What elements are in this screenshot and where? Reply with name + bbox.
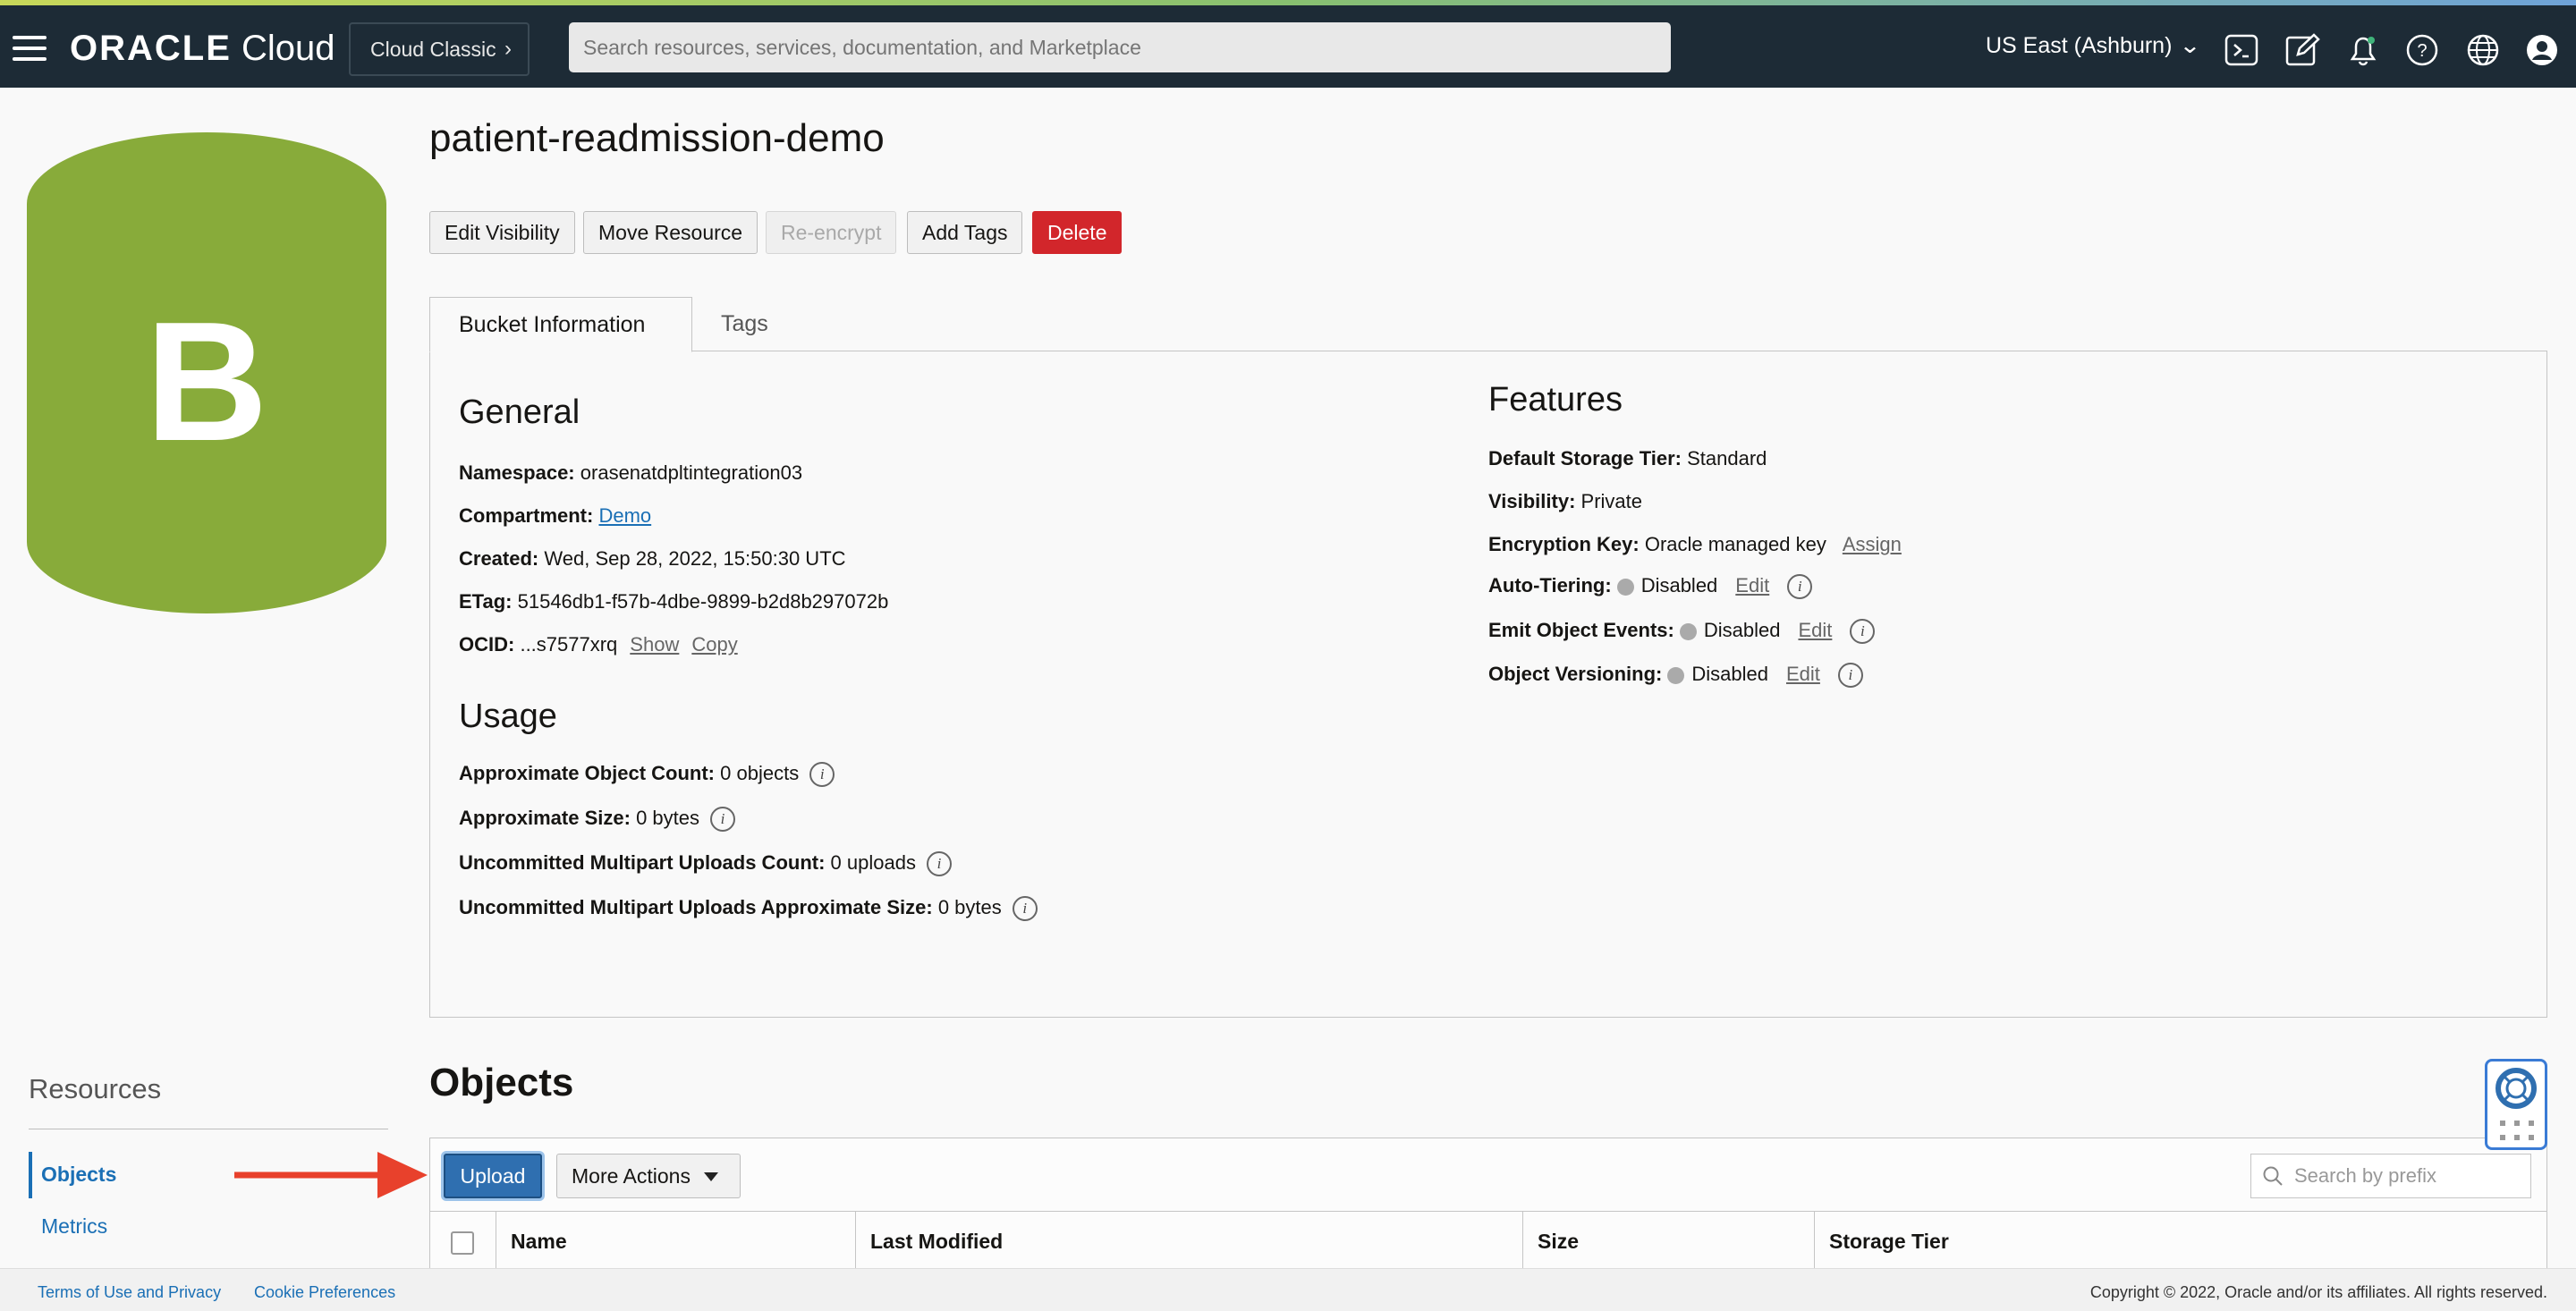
chevron-right-icon: ›: [504, 37, 512, 61]
tab-bucket-information[interactable]: Bucket Information: [429, 297, 692, 352]
search-icon: [2263, 1166, 2283, 1186]
user-icon[interactable]: [2524, 32, 2560, 68]
sidebar-item-objects[interactable]: Objects: [41, 1163, 116, 1187]
select-all-checkbox[interactable]: [451, 1231, 474, 1255]
more-actions-dropdown[interactable]: More Actions: [556, 1154, 741, 1198]
add-tags-button[interactable]: Add Tags: [907, 211, 1023, 254]
encryption-key-row: Encryption Key: Oracle managed key Assign: [1488, 533, 1902, 555]
reencrypt-button[interactable]: Re-encrypt: [766, 211, 897, 254]
help-widget[interactable]: [2485, 1059, 2547, 1150]
globe-icon[interactable]: [2465, 32, 2501, 68]
delete-button[interactable]: Delete: [1032, 211, 1123, 254]
move-resource-button[interactable]: Move Resource: [583, 211, 758, 254]
top-navigation-bar: ORACLE Cloud Cloud Classic› US East (Ash…: [0, 5, 2576, 88]
compartment-row: Compartment: Demo: [459, 504, 652, 527]
sidebar-item-metrics[interactable]: Metrics: [41, 1214, 107, 1239]
lifebuoy-icon: [2496, 1068, 2537, 1109]
bell-icon[interactable]: [2345, 32, 2381, 68]
compartment-link[interactable]: Demo: [598, 504, 651, 527]
resources-heading: Resources: [29, 1073, 162, 1104]
ocid-row: OCID: ...s7577xrq Show Copy: [459, 633, 738, 656]
status-dot: [1679, 622, 1697, 640]
objects-heading: Objects: [429, 1061, 574, 1104]
chevron-down-icon: ⌄: [2179, 33, 2202, 58]
page-title: patient-readmission-demo: [429, 116, 885, 160]
info-icon[interactable]: i: [710, 807, 735, 833]
info-icon[interactable]: i: [1012, 896, 1038, 922]
multipart-size-row: Uncommitted Multipart Uploads Approximat…: [459, 896, 1038, 922]
bucket-logo: B: [27, 132, 386, 613]
info-icon[interactable]: i: [1837, 663, 1863, 689]
approximate-size-row: Approximate Size: 0 bytes i: [459, 807, 735, 833]
arrow-annotation: [234, 1152, 428, 1198]
status-dot: [1616, 578, 1634, 596]
search-by-prefix-input[interactable]: Search by prefix: [2250, 1154, 2531, 1198]
svg-text:?: ?: [2417, 41, 2427, 61]
upload-button[interactable]: Upload: [444, 1154, 542, 1198]
cloud-classic-button[interactable]: Cloud Classic ›: [349, 22, 530, 76]
grid-dots-icon: [2500, 1121, 2534, 1140]
object-versioning-row: Object Versioning: Disabled Edit i: [1488, 663, 1863, 689]
status-dot: [1667, 666, 1685, 684]
menu-icon[interactable]: [13, 36, 47, 61]
active-indicator: [29, 1152, 32, 1198]
terms-link[interactable]: Terms of Use and Privacy: [38, 1283, 221, 1302]
global-search-input[interactable]: [569, 22, 1671, 72]
bucket-logo-letter: B: [145, 287, 268, 477]
etag-row: ETag: 51546db1-f57b-4dbe-9899-b2d8b29707…: [459, 590, 889, 613]
ocid-show-link[interactable]: Show: [630, 633, 679, 656]
storage-tier-row: Default Storage Tier: Standard: [1488, 447, 1767, 469]
usage-heading: Usage: [459, 698, 557, 735]
versioning-edit-link[interactable]: Edit: [1786, 663, 1820, 685]
assign-link[interactable]: Assign: [1843, 533, 1902, 555]
visibility-row: Visibility: Private: [1488, 490, 1643, 512]
emit-events-row: Emit Object Events: Disabled Edit i: [1488, 619, 1876, 645]
objects-table-header: Name Last Modified Size Storage Tier: [429, 1211, 2547, 1271]
region-selector[interactable]: US East (Ashburn) ⌄: [1986, 32, 2202, 59]
copyright-text: Copyright © 2022, Oracle and/or its affi…: [2089, 1283, 2547, 1301]
auto-tiering-row: Auto-Tiering: Disabled Edit i: [1488, 574, 1813, 600]
general-heading: General: [459, 393, 580, 431]
column-size[interactable]: Size: [1522, 1212, 1814, 1271]
emit-events-edit-link[interactable]: Edit: [1798, 619, 1832, 641]
help-icon[interactable]: ?: [2404, 32, 2440, 68]
tab-tags[interactable]: Tags: [692, 297, 797, 352]
edit-icon[interactable]: [2284, 32, 2320, 68]
column-name[interactable]: Name: [496, 1212, 857, 1271]
auto-tiering-edit-link[interactable]: Edit: [1735, 574, 1769, 596]
footer: Terms of Use and Privacy Cookie Preferen…: [0, 1268, 2576, 1311]
column-storage-tier[interactable]: Storage Tier: [1814, 1212, 2547, 1271]
info-icon[interactable]: i: [1787, 574, 1813, 600]
cookie-preferences-link[interactable]: Cookie Preferences: [254, 1283, 395, 1302]
column-last-modified[interactable]: Last Modified: [855, 1212, 1522, 1271]
oracle-cloud-logo[interactable]: ORACLE Cloud: [70, 29, 335, 69]
cloud-shell-icon[interactable]: [2224, 32, 2259, 68]
info-icon[interactable]: i: [926, 851, 952, 877]
caret-down-icon: [704, 1172, 718, 1181]
info-icon[interactable]: i: [1850, 619, 1876, 645]
created-row: Created: Wed, Sep 28, 2022, 15:50:30 UTC: [459, 547, 846, 570]
ocid-copy-link[interactable]: Copy: [691, 633, 737, 656]
object-count-row: Approximate Object Count: 0 objects i: [459, 762, 835, 788]
info-icon[interactable]: i: [809, 762, 835, 788]
features-heading: Features: [1488, 381, 1623, 419]
namespace-row: Namespace: orasenatdpltintegration03: [459, 461, 803, 484]
multipart-count-row: Uncommitted Multipart Uploads Count: 0 u…: [459, 851, 952, 877]
edit-visibility-button[interactable]: Edit Visibility: [429, 211, 575, 254]
